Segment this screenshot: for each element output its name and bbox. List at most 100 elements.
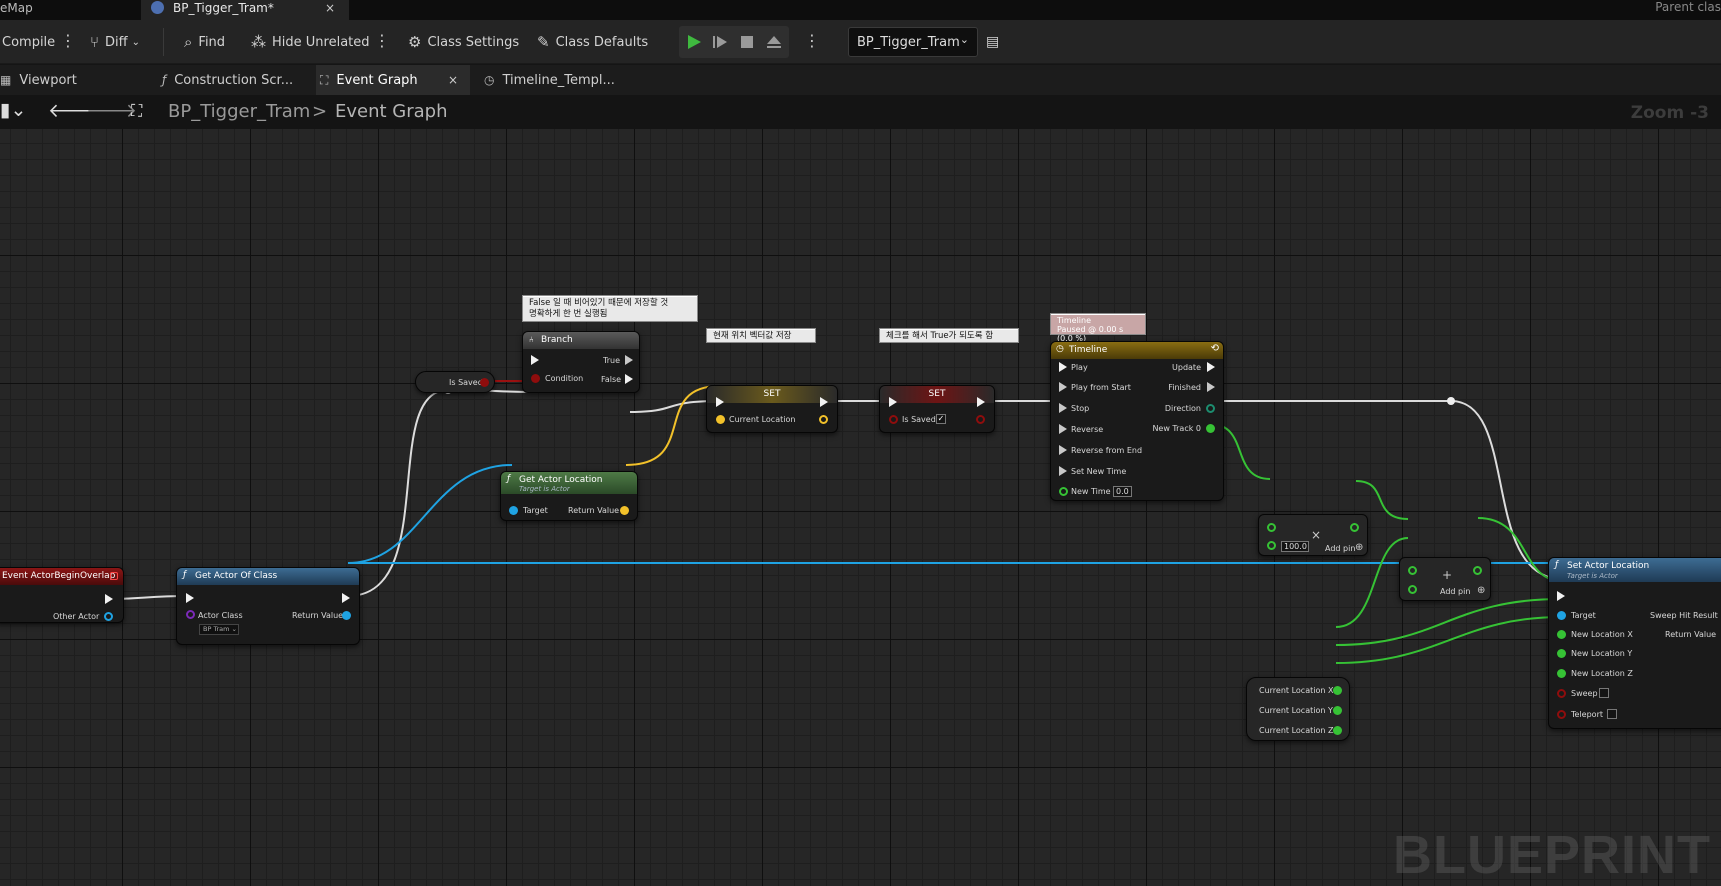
bookmark-icon[interactable]: ▮⌄ [0,99,26,121]
exec-in-pin[interactable] [889,397,897,407]
hide-unrelated-options-icon[interactable]: ⋮ [374,31,390,51]
delegate-pin[interactable] [110,572,118,580]
graph-canvas[interactable]: False 일 때 비어있기 때문에 저장할 것 명확하게 한 번 실행됨 현재… [0,129,1721,886]
new-time-input[interactable]: 0.0 [1113,486,1132,497]
exec-true-pin[interactable] [625,355,633,365]
exec-out-pin[interactable] [1207,362,1215,372]
float-in-pin[interactable] [1557,669,1566,678]
breadcrumb-event-graph[interactable]: Event Graph [335,101,448,122]
object-out-pin[interactable] [342,611,351,620]
set-location-comment-bubble[interactable]: 현재 위치 벡터값 저장 [706,328,816,343]
add-pin-icon[interactable]: ⊕ [1355,542,1363,553]
exec-in-pin[interactable] [186,593,194,603]
object-in-pin[interactable] [1557,611,1566,620]
is-saved-getter-node[interactable]: Is Saved [415,371,495,393]
close-tab-icon[interactable]: × [325,0,335,16]
bool-in-pin[interactable] [1557,710,1566,719]
exec-out-pin[interactable] [977,397,985,407]
set-actor-location-node[interactable]: Set Actor Location ƒ Target is Actor Tar… [1548,557,1721,729]
timeline-node[interactable]: Timeline ◷ ⟲ Play Play from Start Stop R… [1050,341,1224,501]
bool-in-pin[interactable] [889,415,898,424]
set-current-location-node[interactable]: SET Current Location [706,385,838,433]
bool-in-pin[interactable] [531,374,540,383]
compile-button[interactable]: Compile [2,20,55,64]
exec-in-pin[interactable] [1059,424,1067,434]
float-out-pin[interactable] [1350,523,1359,532]
breadcrumb-blueprint[interactable]: BP_Tigger_Tram [168,101,310,122]
float-out-pin[interactable] [1333,706,1342,715]
forward-arrow-icon[interactable]: 🡒 [86,99,137,122]
teleport-checkbox[interactable] [1607,709,1617,719]
float-out-pin[interactable] [1333,726,1342,735]
exec-in-pin[interactable] [1059,362,1067,372]
set-is-saved-node[interactable]: SET Is Saved ✓ [879,385,995,433]
reroute-knot[interactable] [1447,397,1455,405]
exec-false-pin[interactable] [625,374,633,384]
float-in-pin[interactable] [1408,585,1417,594]
compile-options-icon[interactable]: ⋮ [60,31,76,51]
float-in-pin[interactable] [1059,487,1068,496]
float-in-pin[interactable] [1557,630,1566,639]
bool-in-pin[interactable] [1557,689,1566,698]
play-options-icon[interactable]: ⋮ [804,31,820,51]
tab-viewport[interactable]: ▦ Viewport [0,65,77,95]
multiply-node[interactable]: 100.0 × Add pin ⊕ [1258,514,1368,556]
branch-comment-bubble[interactable]: False 일 때 비어있기 때문에 저장할 것 명확하게 한 번 실행됨 [522,295,698,322]
add-pin-label[interactable]: Add pin [1440,587,1470,596]
stop-button[interactable] [734,26,760,58]
step-button[interactable] [707,26,733,58]
class-in-pin[interactable] [186,610,195,619]
exec-in-pin[interactable] [1059,466,1067,476]
tab-event-graph[interactable]: ⛶ Event Graph × [316,65,470,95]
exec-in-pin[interactable] [1059,403,1067,413]
float-out-pin[interactable] [1473,566,1482,575]
graph-hierarchy-icon[interactable]: ⛶ [131,101,142,121]
float-in-pin[interactable] [1267,523,1276,532]
exec-out-pin[interactable] [1207,382,1215,392]
actor-class-dropdown[interactable]: BP Tram ⌄ [199,624,239,635]
bool-out-pin[interactable] [976,415,985,424]
exec-in-pin[interactable] [1059,445,1067,455]
add-pin-icon[interactable]: ⊕ [1477,585,1485,596]
close-tab-icon[interactable]: × [448,73,458,87]
vector-out-pin[interactable] [819,415,828,424]
float-in-pin[interactable] [1267,541,1276,550]
hide-unrelated-button[interactable]: ⁂ Hide Unrelated [251,20,370,64]
tab-timeline[interactable]: ◷ Timeline_Templ... [484,65,615,95]
debug-browse-button[interactable]: ▤ [986,20,999,64]
play-button[interactable] [681,26,707,58]
float-in-pin[interactable] [1557,649,1566,658]
diff-button[interactable]: ⑂ Diff ⌄ [90,20,140,64]
branch-node[interactable]: Branch ⑃ True Condition False [522,331,640,393]
add-node[interactable]: + Add pin ⊕ [1399,557,1491,601]
exec-in-pin[interactable] [1059,382,1067,392]
vector-in-pin[interactable] [716,415,725,424]
exec-in-pin[interactable] [531,355,539,365]
current-location-getter-node[interactable]: Current Location X Current Location Y Cu… [1246,677,1350,741]
object-out-pin[interactable] [104,612,113,621]
bool-out-pin[interactable] [480,378,489,387]
find-button[interactable]: ⌕ Find [184,20,225,64]
map-document-tab[interactable]: eMap [0,0,140,20]
class-settings-button[interactable]: ⚙ Class Settings [408,20,519,64]
float-in-pin[interactable] [1408,566,1417,575]
tab-construction-script[interactable]: ƒ Construction Scr... [162,65,293,95]
float-out-pin[interactable] [1206,424,1215,433]
set-saved-comment-bubble[interactable]: 체크를 해서 True가 되도록 함 [879,328,1019,343]
event-actor-begin-overlap-node[interactable]: Event ActorBeginOverlap Other Actor [0,567,124,623]
exec-in-pin[interactable] [1557,591,1565,601]
sweep-checkbox[interactable] [1599,688,1609,698]
exec-out-pin[interactable] [105,594,113,604]
blueprint-document-tab[interactable]: BP_Tigger_Tram* × [141,0,349,20]
eject-button[interactable] [761,26,787,58]
vector-out-pin[interactable] [620,506,629,515]
class-defaults-button[interactable]: ✎ Class Defaults [537,20,648,64]
object-in-pin[interactable] [509,506,518,515]
debug-object-dropdown[interactable]: BP_Tigger_Tram ⌄ [848,27,978,57]
exec-out-pin[interactable] [342,593,350,603]
exec-out-pin[interactable] [820,397,828,407]
get-actor-of-class-node[interactable]: Get Actor Of Class ƒ Actor Class BP Tram… [176,567,360,645]
float-out-pin[interactable] [1333,686,1342,695]
get-actor-location-node[interactable]: Get Actor Location ƒ Target is Actor Tar… [500,471,638,521]
exec-in-pin[interactable] [716,397,724,407]
